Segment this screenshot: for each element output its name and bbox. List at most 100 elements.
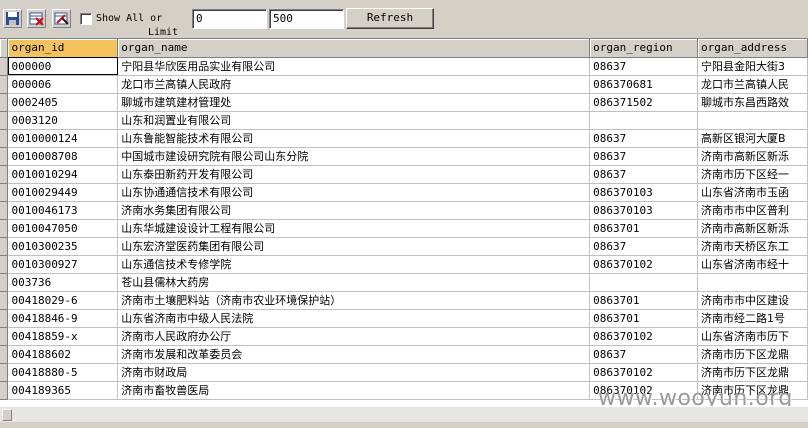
cell-organ-region[interactable]: 086371502 — [589, 93, 699, 112]
cell-organ-name[interactable]: 山东通信技术专修学院 — [117, 255, 591, 274]
clear-edit-button[interactable] — [52, 9, 71, 28]
row-indicator[interactable] — [0, 237, 9, 256]
cell-organ-address[interactable]: 济南市市中区建设 — [697, 291, 808, 310]
cell-organ-id[interactable]: 0002405 — [7, 93, 119, 112]
table-row[interactable]: 00418029-6 济南市土壤肥料站（济南市农业环境保护站） 0863701 济南市… — [0, 291, 808, 310]
cell-organ-name[interactable]: 山东省济南市中级人民法院 — [117, 309, 591, 328]
cell-organ-id[interactable]: 000006 — [7, 75, 119, 94]
cell-organ-name[interactable]: 宁阳县华欣医用品实业有限公司 — [117, 57, 591, 76]
cell-organ-name[interactable]: 苍山县儒林大药房 — [117, 273, 591, 292]
cell-organ-address[interactable]: 山东省济南市经十 — [697, 255, 808, 274]
cell-organ-region[interactable]: 0863701 — [589, 291, 699, 310]
table-row[interactable]: 00418880-5 济南市财政局 086370102 济南市历下区龙鼎 — [0, 363, 808, 382]
cell-organ-id[interactable]: 004188602 — [7, 345, 119, 364]
cell-organ-id[interactable]: 00418029-6 — [7, 291, 119, 310]
cell-organ-address[interactable]: 济南市历下区经一 — [697, 165, 808, 184]
cell-organ-address[interactable]: 济南市高新区新泺 — [697, 147, 808, 166]
cell-organ-region[interactable]: 08637 — [589, 165, 699, 184]
cell-organ-address[interactable]: 济南市经二路1号 — [697, 309, 808, 328]
table-row[interactable]: 0003120 山东和润置业有限公司 — [0, 111, 808, 130]
cell-organ-address[interactable]: 山东省济南市历下 — [697, 327, 808, 346]
cell-organ-region[interactable]: 0863701 — [589, 309, 699, 328]
cell-organ-name[interactable]: 中国城市建设研究院有限公司山东分院 — [117, 147, 591, 166]
cell-organ-name[interactable]: 山东华城建设设计工程有限公司 — [117, 219, 591, 238]
cell-organ-address[interactable]: 宁阳县金阳大街3 — [697, 57, 808, 76]
cell-organ-name[interactable]: 山东和润置业有限公司 — [117, 111, 591, 130]
table-row[interactable]: 00418859-x 济南市人民政府办公厅 086370102 山东省济南市历下 — [0, 327, 808, 346]
column-header-organ-name[interactable]: organ_name — [117, 39, 591, 58]
cell-organ-id[interactable]: 0010300927 — [7, 255, 119, 274]
refresh-button[interactable]: Refresh — [346, 8, 434, 29]
horizontal-scrollbar[interactable] — [0, 406, 808, 422]
row-indicator[interactable] — [0, 309, 9, 328]
cell-organ-region[interactable]: 08637 — [589, 237, 699, 256]
cell-organ-region[interactable]: 086370102 — [589, 363, 699, 382]
cell-organ-name[interactable]: 山东泰田新药开发有限公司 — [117, 165, 591, 184]
save-button[interactable] — [3, 9, 22, 28]
cell-organ-name[interactable]: 济南市土壤肥料站（济南市农业环境保护站） — [117, 291, 591, 310]
cell-organ-id[interactable]: 0010300235 — [7, 237, 119, 256]
cell-organ-id[interactable]: 000000 — [7, 57, 119, 76]
row-indicator[interactable] — [0, 201, 9, 220]
cell-organ-address[interactable] — [697, 111, 808, 130]
cell-organ-name[interactable]: 济南市发展和改革委员会 — [117, 345, 591, 364]
cell-organ-id[interactable]: 0010029449 — [7, 183, 119, 202]
table-row[interactable]: 0010029449 山东协通通信技术有限公司 086370103 山东省济南市玉函 — [0, 183, 808, 202]
cell-organ-address[interactable]: 聊城市东昌西路效 — [697, 93, 808, 112]
limit-input[interactable]: 500 — [269, 9, 344, 29]
row-indicator[interactable] — [0, 93, 9, 112]
column-header-organ-id[interactable]: organ_id — [7, 39, 119, 58]
cell-organ-name[interactable]: 济南水务集团有限公司 — [117, 201, 591, 220]
table-row[interactable]: 0010010294 山东泰田新药开发有限公司 08637 济南市历下区经一 — [0, 165, 808, 184]
cell-organ-id[interactable]: 00418880-5 — [7, 363, 119, 382]
table-row[interactable]: 0010300235 山东宏济堂医药集团有限公司 08637 济南市天桥区东工 — [0, 237, 808, 256]
table-row[interactable]: 0010000124 山东鲁能智能技术有限公司 08637 高新区银河大厦B — [0, 129, 808, 148]
cell-organ-region[interactable]: 08637 — [589, 57, 699, 76]
cell-organ-region[interactable]: 08637 — [589, 129, 699, 148]
scrollbar-thumb[interactable] — [2, 409, 12, 421]
cell-organ-region[interactable]: 0863701 — [589, 219, 699, 238]
cell-organ-id[interactable]: 00418859-x — [7, 327, 119, 346]
row-indicator[interactable] — [0, 381, 9, 400]
offset-input[interactable]: 0 — [192, 9, 267, 29]
row-indicator[interactable] — [0, 111, 9, 130]
cell-organ-name[interactable]: 山东鲁能智能技术有限公司 — [117, 129, 591, 148]
cell-organ-id[interactable]: 0010008708 — [7, 147, 119, 166]
cell-organ-id[interactable]: 0010010294 — [7, 165, 119, 184]
cell-organ-name[interactable]: 聊城市建筑建材管理处 — [117, 93, 591, 112]
cell-organ-name[interactable]: 龙口市兰高镇人民政府 — [117, 75, 591, 94]
cell-organ-region[interactable]: 08637 — [589, 147, 699, 166]
cell-organ-id[interactable]: 004189365 — [7, 381, 119, 400]
cell-organ-region[interactable]: 08637 — [589, 345, 699, 364]
cell-organ-name[interactable]: 济南市财政局 — [117, 363, 591, 382]
row-indicator[interactable] — [0, 57, 9, 76]
table-row[interactable]: 00418846-9 山东省济南市中级人民法院 0863701 济南市经二路1号 — [0, 309, 808, 328]
cell-organ-name[interactable]: 山东协通通信技术有限公司 — [117, 183, 591, 202]
table-row[interactable]: 0002405 聊城市建筑建材管理处 086371502 聊城市东昌西路效 — [0, 93, 808, 112]
table-row[interactable]: 000006 龙口市兰高镇人民政府 086370681 龙口市兰高镇人民 — [0, 75, 808, 94]
cell-organ-address[interactable] — [697, 273, 808, 292]
cell-organ-address[interactable]: 济南市天桥区东工 — [697, 237, 808, 256]
cell-organ-name[interactable]: 山东宏济堂医药集团有限公司 — [117, 237, 591, 256]
cell-organ-address[interactable]: 济南市历下区龙鼎 — [697, 345, 808, 364]
data-grid[interactable]: organ_id organ_name organ_region organ_a… — [0, 38, 808, 406]
cell-organ-region[interactable]: 086370102 — [589, 327, 699, 346]
show-all-checkbox[interactable] — [80, 13, 92, 25]
cell-organ-address[interactable]: 高新区银河大厦B — [697, 129, 808, 148]
cell-organ-region[interactable]: 086370102 — [589, 255, 699, 274]
cell-organ-region[interactable]: 086370681 — [589, 75, 699, 94]
cell-organ-region[interactable]: 086370103 — [589, 201, 699, 220]
table-row[interactable]: 004188602 济南市发展和改革委员会 08637 济南市历下区龙鼎 — [0, 345, 808, 364]
cell-organ-id[interactable]: 0010047050 — [7, 219, 119, 238]
table-row[interactable]: 0010008708 中国城市建设研究院有限公司山东分院 08637 济南市高新区新泺 — [0, 147, 808, 166]
row-indicator[interactable] — [0, 291, 9, 310]
row-indicator[interactable] — [0, 327, 9, 346]
cell-organ-region[interactable]: 086370103 — [589, 183, 699, 202]
row-indicator[interactable] — [0, 183, 9, 202]
row-indicator[interactable] — [0, 165, 9, 184]
cell-organ-name[interactable]: 济南市畜牧兽医局 — [117, 381, 591, 400]
cell-organ-id[interactable]: 0003120 — [7, 111, 119, 130]
delete-table-button[interactable] — [27, 9, 46, 28]
cell-organ-id[interactable]: 00418846-9 — [7, 309, 119, 328]
row-indicator[interactable] — [0, 273, 9, 292]
